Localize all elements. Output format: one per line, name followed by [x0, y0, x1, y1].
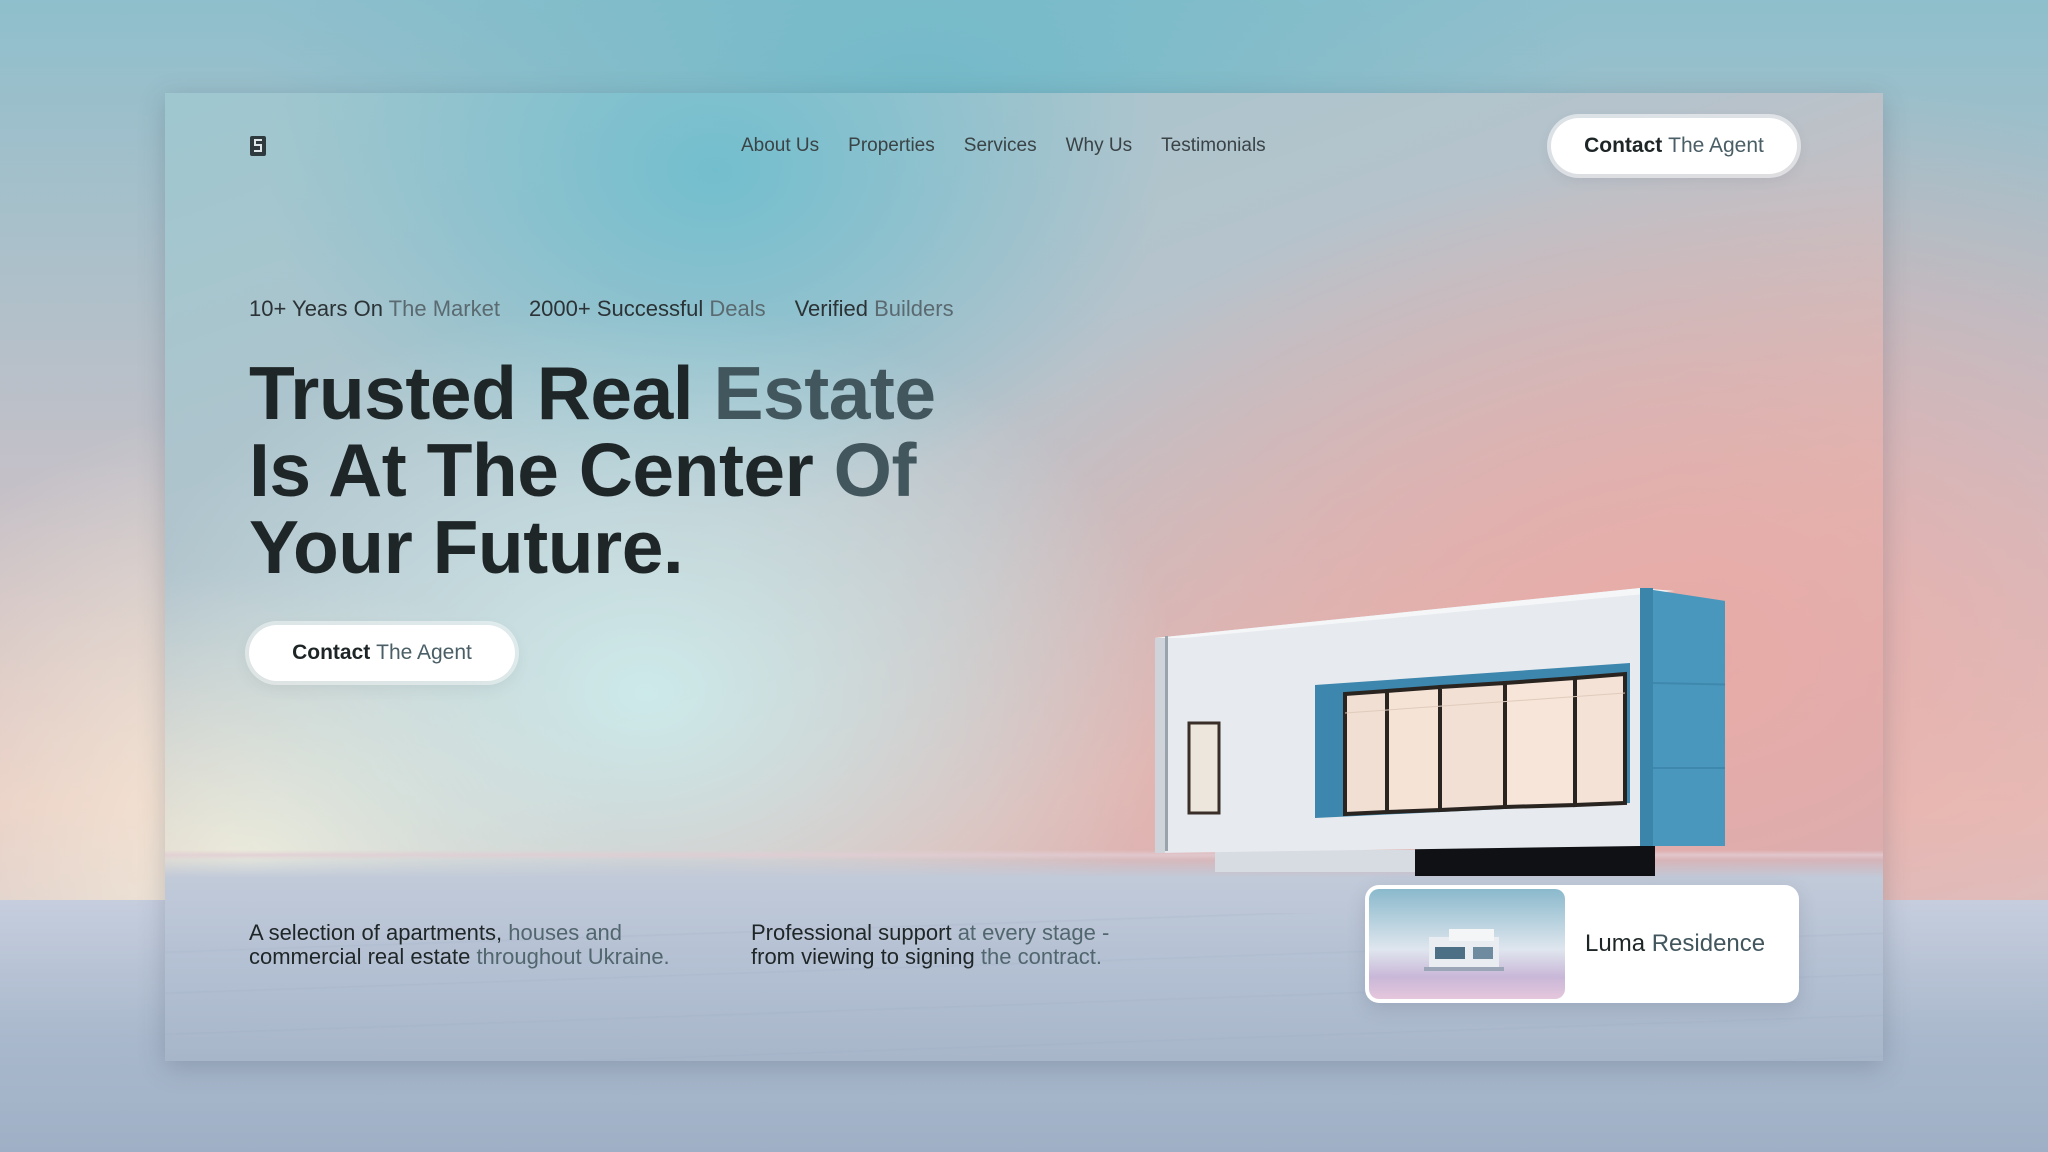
building-letter-s-logo-icon[interactable]	[249, 135, 267, 157]
blurb-selection: A selection of apartments, houses and co…	[249, 920, 670, 969]
hero-stats: 10+ Years On The Market 2000+ Successful…	[249, 296, 954, 322]
stat-deals: 2000+ Successful Deals	[528, 296, 766, 321]
residence-card[interactable]: Luma Residence	[1365, 885, 1799, 1003]
hero-headline: Trusted Real Estate Is At The Center Of …	[249, 351, 936, 589]
residence-thumbnail	[1369, 889, 1565, 999]
nav-why-us[interactable]: Why Us	[1066, 135, 1133, 157]
blurb-support: Professional support at every stage - fr…	[751, 920, 1110, 969]
modern-house-image	[1155, 588, 1725, 876]
stat-builders: Verified Builders	[794, 296, 954, 321]
background-stage: About Us Properties Services Why Us Test…	[0, 0, 2048, 1152]
stat-years: 10+ Years On The Market	[249, 296, 500, 321]
nav-testimonials[interactable]: Testimonials	[1161, 135, 1266, 157]
nav-services[interactable]: Services	[964, 135, 1037, 157]
landing-page-card: About Us Properties Services Why Us Test…	[165, 93, 1883, 1061]
header-contact-agent-button[interactable]: Contact The Agent	[1551, 118, 1797, 174]
nav-properties[interactable]: Properties	[848, 135, 935, 157]
hero-contact-agent-button[interactable]: Contact The Agent	[249, 625, 515, 681]
main-navigation: About Us Properties Services Why Us Test…	[741, 135, 1266, 157]
nav-about-us[interactable]: About Us	[741, 135, 819, 157]
residence-name: Luma Residence	[1585, 930, 1766, 957]
